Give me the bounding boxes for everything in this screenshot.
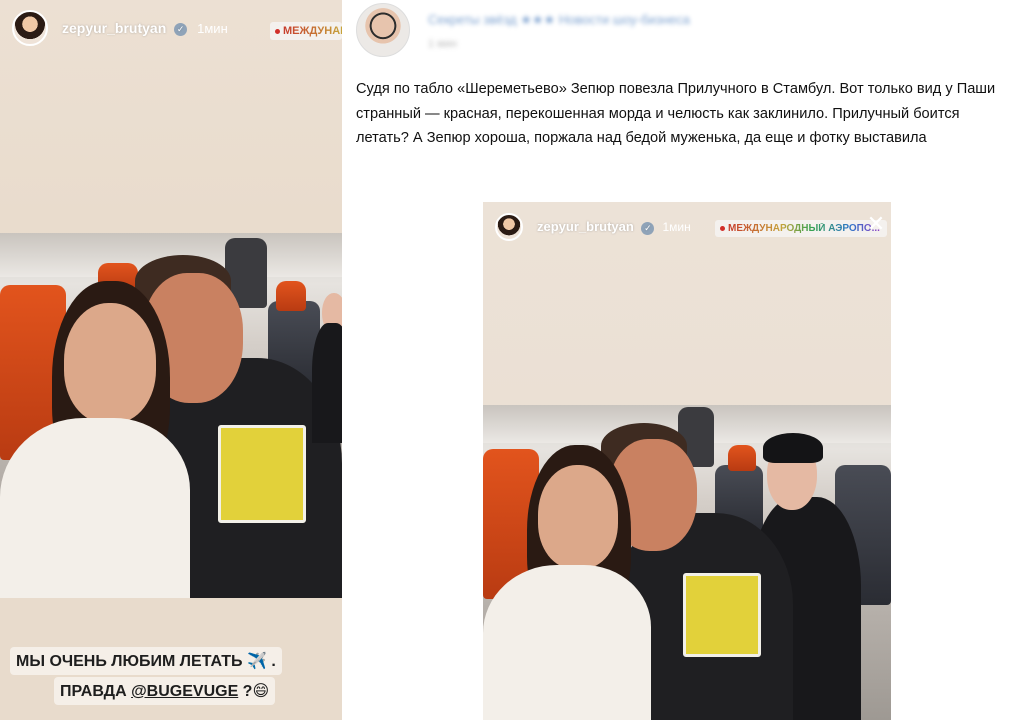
- channel-subtitle: 1 мин: [428, 38, 457, 50]
- inner-location-sticker: МЕЖДУНАРОДНЫЙ АЭРОПО...: [715, 220, 887, 237]
- mention-link[interactable]: @BUGEVUGE: [131, 683, 238, 700]
- inner-story-photo: [483, 405, 891, 720]
- story-username[interactable]: zepyur_brutyan ✓: [62, 20, 188, 36]
- caption-question: ?: [238, 683, 253, 700]
- profile-avatar[interactable]: [12, 10, 48, 46]
- location-pin-icon: [720, 225, 725, 231]
- caption-line-1: МЫ ОЧЕНЬ ЛЮБИМ ЛЕТАТЬ ✈️ .: [10, 647, 282, 675]
- caption-text-1: МЫ ОЧЕНЬ ЛЮБИМ ЛЕТАТЬ: [16, 653, 243, 670]
- story-photo: [0, 233, 342, 598]
- close-icon[interactable]: ✕: [865, 213, 887, 235]
- post-text: Судя по табло «Шереметьево» Зепюр повезл…: [356, 81, 996, 146]
- story-time: 1мин: [197, 20, 228, 36]
- inner-username: zepyur_brutyan ✓: [537, 219, 655, 235]
- verified-badge-icon: ✓: [174, 22, 188, 36]
- verified-badge-icon: ✓: [641, 221, 655, 235]
- caption-period: .: [271, 653, 276, 670]
- caption-text-2: ПРАВДА: [60, 683, 132, 700]
- inner-location-text: МЕЖДУНАРОДНЫЙ АЭРОПО...: [728, 223, 880, 234]
- location-text: МЕЖДУНАРОДНЫЙ АЭРОПО...: [283, 25, 342, 37]
- channel-title[interactable]: Секреты звёзд ★★★ Новости шоу-бизнеса: [428, 12, 690, 28]
- smile-emoji-icon: 😄: [252, 681, 270, 700]
- caption-line-2: ПРАВДА @BUGEVUGE ?😄: [54, 677, 276, 705]
- channel-avatar[interactable]: [356, 3, 410, 57]
- location-pin-icon: [275, 28, 280, 34]
- airplane-icon: ✈️: [246, 651, 267, 670]
- username-text: zepyur_brutyan: [62, 20, 167, 36]
- story-screenshot-left: zepyur_brutyan ✓ 1мин МЕЖДУНАРОДНЫЙ АЭРО…: [0, 0, 342, 720]
- inner-profile-avatar: [495, 213, 523, 241]
- embedded-story-screenshot[interactable]: zepyur_brutyan ✓ 1мин МЕЖДУНАРОДНЫЙ АЭРО…: [483, 202, 891, 720]
- inner-time: 1мин: [662, 220, 691, 234]
- inner-username-text: zepyur_brutyan: [537, 219, 634, 235]
- channel-post: Секреты звёзд ★★★ Новости шоу-бизнеса 1 …: [342, 0, 1024, 720]
- story-caption: МЫ ОЧЕНЬ ЛЮБИМ ЛЕТАТЬ ✈️ . ПРАВДА @BUGEV…: [10, 647, 310, 707]
- location-sticker[interactable]: МЕЖДУНАРОДНЫЙ АЭРОПО...: [270, 22, 342, 40]
